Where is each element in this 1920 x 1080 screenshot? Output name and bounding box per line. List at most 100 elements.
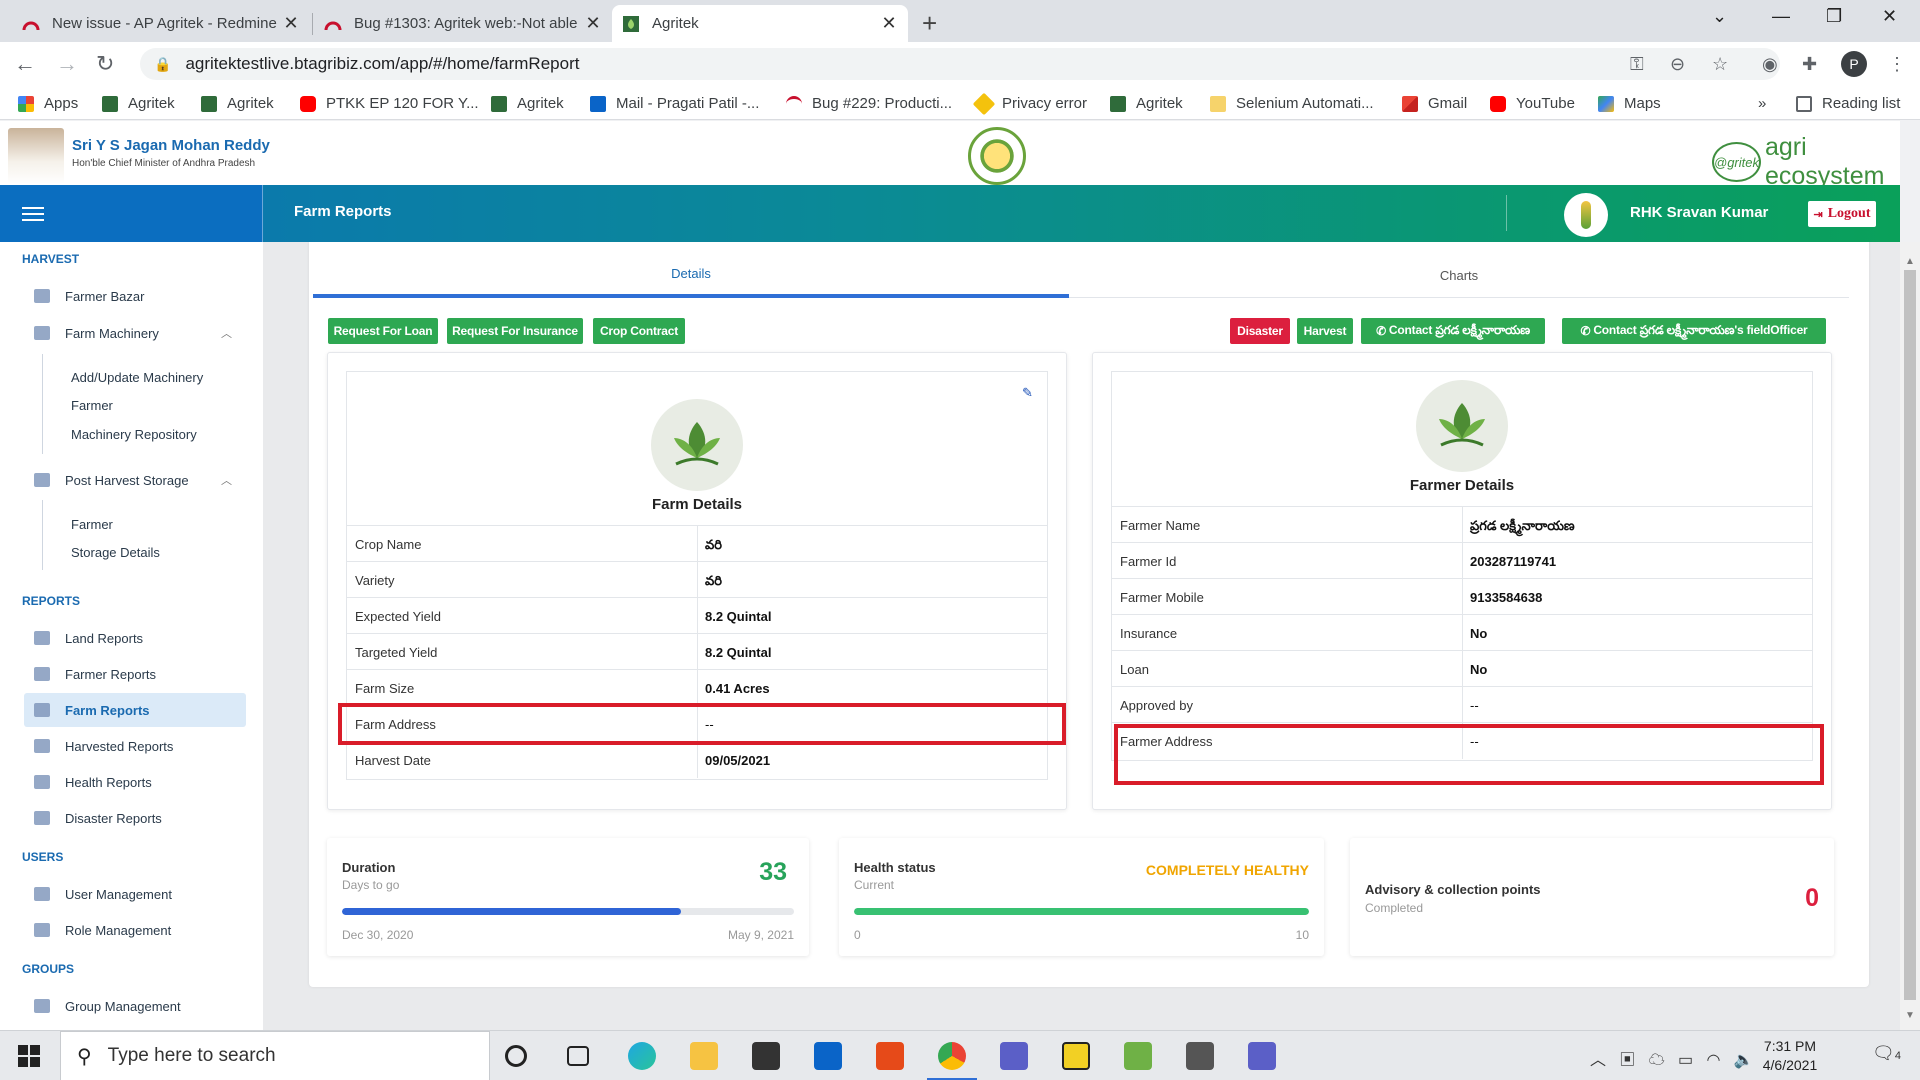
mail-icon[interactable] bbox=[814, 1042, 842, 1070]
bookmark-star-icon[interactable]: ☆ bbox=[1712, 54, 1728, 75]
bookmark-bug-229[interactable]: Bug #229: Producti... bbox=[786, 95, 952, 112]
hamburger-menu-icon[interactable] bbox=[0, 185, 263, 242]
kebab-menu-icon[interactable]: ⋮ bbox=[1888, 54, 1906, 75]
store-icon[interactable] bbox=[752, 1042, 780, 1070]
sidebar-item-user-management[interactable]: User Management bbox=[24, 877, 246, 911]
sidebar-item-disaster-reports[interactable]: Disaster Reports bbox=[24, 801, 246, 835]
table-row: Targeted Yield 8.2 Quintal bbox=[347, 633, 1047, 670]
tab-search-icon[interactable]: ⌄ bbox=[1712, 6, 1727, 27]
minimize-icon[interactable]: — bbox=[1772, 6, 1790, 27]
sidebar-subitem-farmer[interactable]: Farmer bbox=[71, 398, 113, 413]
scroll-down-icon[interactable]: ▼ bbox=[1905, 1010, 1915, 1021]
agritek-icon bbox=[1110, 95, 1126, 112]
sidebar-item-farm-reports[interactable]: Farm Reports bbox=[24, 693, 246, 727]
sidebar-subitem-add-update-machinery[interactable]: Add/Update Machinery bbox=[71, 370, 203, 385]
browser-tab-redmine-bug[interactable]: Bug #1303: Agritek web:-Not able ✕ bbox=[314, 5, 612, 42]
edge-icon[interactable] bbox=[628, 1042, 656, 1070]
close-icon[interactable]: ✕ bbox=[282, 13, 300, 34]
forward-icon[interactable]: → bbox=[56, 51, 78, 77]
sidebar-subitem-farmer[interactable]: Farmer bbox=[71, 517, 113, 532]
key-icon[interactable]: ⚿ bbox=[1630, 54, 1644, 75]
reading-list-button[interactable]: Reading list bbox=[1796, 95, 1900, 112]
sidebar-item-health-reports[interactable]: Health Reports bbox=[24, 765, 246, 799]
task-view-icon[interactable] bbox=[567, 1046, 589, 1066]
file-explorer-icon[interactable] bbox=[690, 1042, 718, 1070]
page-scrollbar[interactable]: ▲ ▼ bbox=[1900, 242, 1920, 1030]
profile-avatar[interactable]: P bbox=[1841, 51, 1867, 77]
contact-farmer-button[interactable]: ✆ Contact ప్రగడ లక్ష్మీనారాయణ bbox=[1361, 318, 1545, 344]
teams-icon[interactable] bbox=[1000, 1042, 1028, 1070]
contact-field-officer-button[interactable]: ✆ Contact ప్రగడ లక్ష్మీనారాయణ's fieldOffi… bbox=[1562, 318, 1826, 344]
browser-tab-redmine-new-issue[interactable]: New issue - AP Agritek - Redmine ✕ bbox=[12, 5, 310, 42]
cortana-icon[interactable] bbox=[505, 1045, 527, 1067]
sidebar-item-farmer-bazar[interactable]: Farmer Bazar bbox=[24, 279, 246, 313]
edit-pencil-icon[interactable]: ✎ bbox=[1022, 385, 1033, 401]
logout-button[interactable]: ⇥ Logout bbox=[1808, 201, 1876, 227]
calculator-icon[interactable] bbox=[1186, 1042, 1214, 1070]
teams-icon[interactable] bbox=[1248, 1042, 1276, 1070]
harvest-button[interactable]: Harvest bbox=[1297, 318, 1353, 344]
crop-contract-button[interactable]: Crop Contract bbox=[593, 318, 685, 344]
bookmark-youtube[interactable]: YouTube bbox=[1490, 95, 1575, 112]
window-close-icon[interactable]: ✕ bbox=[1882, 6, 1897, 27]
state-emblem-icon bbox=[968, 127, 1026, 185]
zoom-icon[interactable]: ⊖ bbox=[1670, 54, 1685, 75]
redmine-icon bbox=[786, 95, 802, 112]
bookmark-selenium[interactable]: Selenium Automati... bbox=[1210, 95, 1374, 112]
sidebar-item-post-harvest-storage[interactable]: Post Harvest Storage ︿ bbox=[24, 463, 246, 497]
days-to-go-value: 33 bbox=[759, 858, 787, 886]
office-icon[interactable] bbox=[876, 1042, 904, 1070]
leaf-logo-icon bbox=[651, 399, 743, 491]
sidebar-subitem-machinery-repository[interactable]: Machinery Repository bbox=[71, 427, 197, 442]
new-tab-icon[interactable]: + bbox=[922, 8, 937, 39]
user-avatar[interactable] bbox=[1564, 193, 1608, 237]
scroll-up-icon[interactable]: ▲ bbox=[1905, 256, 1915, 267]
maximize-icon[interactable]: ❐ bbox=[1826, 6, 1842, 27]
bookmark-agritek[interactable]: Agritek bbox=[102, 95, 175, 112]
sidebar-subitem-storage-details[interactable]: Storage Details bbox=[71, 545, 160, 560]
request-loan-button[interactable]: Request For Loan bbox=[328, 318, 438, 344]
sidebar-item-land-reports[interactable]: Land Reports bbox=[24, 621, 246, 655]
notification-center-icon[interactable]: 🗨4 bbox=[1872, 1043, 1901, 1064]
chart-icon bbox=[34, 775, 50, 789]
request-insurance-button[interactable]: Request For Insurance bbox=[447, 318, 583, 344]
close-icon[interactable]: ✕ bbox=[584, 13, 602, 34]
sidebar-item-group-management[interactable]: Group Management bbox=[24, 989, 246, 1023]
sidebar-section-users: USERS bbox=[22, 850, 64, 864]
app-icon[interactable] bbox=[1124, 1042, 1152, 1070]
sticky-notes-icon[interactable] bbox=[1062, 1042, 1090, 1070]
reload-icon[interactable]: ↻ bbox=[96, 51, 114, 77]
puzzle-icon[interactable]: ✚ bbox=[1802, 54, 1817, 75]
address-bar[interactable]: 🔒 agritektestlive.btagribiz.com/app/#/ho… bbox=[140, 48, 1780, 80]
bookmark-gmail[interactable]: Gmail bbox=[1402, 95, 1467, 112]
system-tray[interactable]: ︿ ▣ ☁ ▭ ◠ 🔈 bbox=[1590, 1046, 1754, 1070]
bookmark-maps[interactable]: Maps bbox=[1598, 95, 1661, 112]
bookmark-apps[interactable]: Apps bbox=[18, 95, 78, 112]
agritek-icon bbox=[201, 95, 217, 112]
scrollbar-thumb[interactable] bbox=[1904, 270, 1916, 1000]
cm-photo bbox=[8, 128, 64, 184]
sidebar-item-harvested-reports[interactable]: Harvested Reports bbox=[24, 729, 246, 763]
tab-charts[interactable]: Charts bbox=[1069, 252, 1849, 298]
bookmark-agritek[interactable]: Agritek bbox=[491, 95, 564, 112]
bookmarks-overflow-icon[interactable]: » bbox=[1758, 95, 1766, 112]
disaster-button[interactable]: Disaster bbox=[1230, 318, 1290, 344]
sidebar-item-farm-machinery[interactable]: Farm Machinery ︿ bbox=[24, 316, 246, 350]
browser-tab-agritek[interactable]: Agritek ✕ bbox=[612, 5, 908, 42]
chrome-icon[interactable] bbox=[938, 1042, 966, 1070]
user-name[interactable]: RHK Sravan Kumar bbox=[1630, 204, 1768, 221]
tab-details[interactable]: Details bbox=[313, 252, 1069, 298]
taskbar-search-input[interactable]: ⚲ Type here to search bbox=[60, 1031, 490, 1080]
bookmark-mail[interactable]: Mail - Pragati Patil -... bbox=[590, 95, 759, 112]
bookmark-agritek[interactable]: Agritek bbox=[1110, 95, 1183, 112]
bookmark-youtube-ptkk[interactable]: PTKK EP 120 FOR Y... bbox=[300, 95, 479, 112]
windows-start-icon[interactable] bbox=[18, 1045, 40, 1067]
bookmark-privacy-error[interactable]: Privacy error bbox=[972, 92, 1087, 115]
sidebar-item-role-management[interactable]: Role Management bbox=[24, 913, 246, 947]
bookmark-agritek[interactable]: Agritek bbox=[201, 95, 274, 112]
close-icon[interactable]: ✕ bbox=[880, 13, 898, 34]
taskbar-clock[interactable]: 7:31 PM 4/6/2021 bbox=[1750, 1037, 1830, 1075]
sidebar-item-farmer-reports[interactable]: Farmer Reports bbox=[24, 657, 246, 691]
back-icon[interactable]: ← bbox=[14, 51, 36, 77]
extension-icon[interactable]: ◉ bbox=[1762, 54, 1778, 75]
